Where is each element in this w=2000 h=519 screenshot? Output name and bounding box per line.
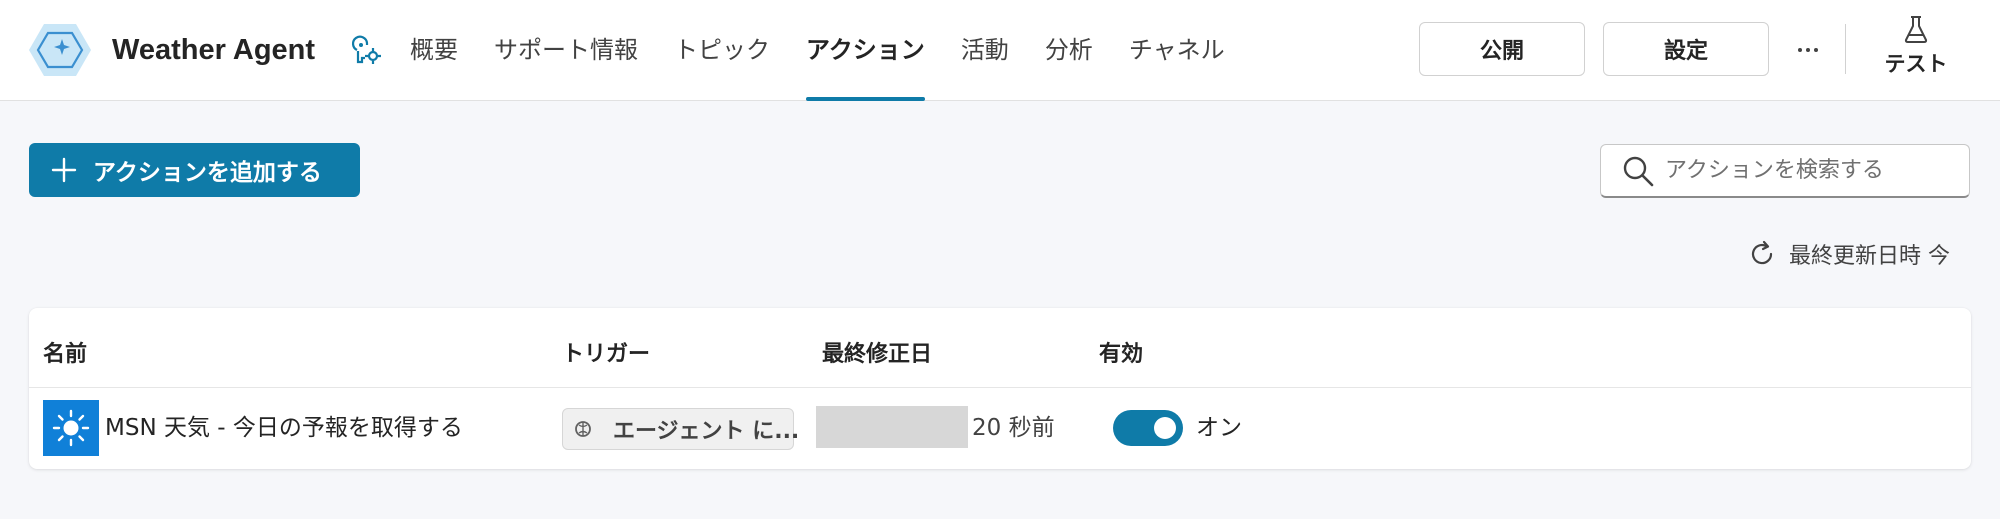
refresh-status[interactable]: 最終更新日時 今 (1747, 236, 1950, 272)
more-options-button[interactable] (1788, 30, 1828, 70)
enabled-toggle-label: オン (1196, 415, 1242, 441)
tab-analytics[interactable]: 分析 (1027, 0, 1111, 101)
add-action-label: アクションを追加する (93, 160, 322, 186)
key-gear-icon[interactable] (350, 34, 382, 66)
action-name-link[interactable]: MSN 天気 - 今日の予報を取得する (105, 408, 463, 448)
trigger-chip[interactable]: エージェント に... (562, 408, 799, 450)
column-header-name[interactable]: 名前 (43, 330, 87, 380)
actions-table: 名前 トリガー 最終修正日 有効 MSN 天気 - 今日の予報を取得する エージ… (29, 308, 1971, 469)
tab-actions[interactable]: アクション (788, 0, 943, 101)
refresh-icon (1751, 240, 1773, 265)
search-box (1600, 144, 1970, 198)
tab-channels[interactable]: チャネル (1111, 0, 1243, 101)
top-header: Weather Agent 概要 サポート情報 トピック アクション 活動 分析… (0, 0, 2000, 101)
test-label: テスト (1884, 52, 1948, 76)
table-row[interactable]: MSN 天気 - 今日の予報を取得する エージェント に... 20 秒前 オン (29, 388, 1971, 469)
add-action-button[interactable]: アクションを追加する (29, 143, 360, 197)
tab-overview[interactable]: 概要 (392, 0, 476, 101)
main-nav-tabs: 概要 サポート情報 トピック アクション 活動 分析 チャネル (392, 0, 1243, 101)
flask-icon (1904, 16, 1928, 43)
modified-time: 20 秒前 (972, 415, 1055, 441)
last-updated-text: 最終更新日時 今 (1789, 244, 1950, 269)
settings-button[interactable]: 設定 (1603, 22, 1769, 76)
modified-by-redacted (816, 406, 968, 448)
tab-topics[interactable]: トピック (656, 0, 788, 101)
enabled-toggle[interactable] (1113, 410, 1183, 446)
publish-button[interactable]: 公開 (1419, 22, 1585, 76)
sun-icon (43, 400, 99, 456)
column-header-modified[interactable]: 最終修正日 (822, 330, 932, 380)
ellipsis-icon (1798, 48, 1802, 52)
search-input[interactable] (1665, 158, 1955, 183)
agent-name: Weather Agent (112, 34, 316, 66)
tab-knowledge[interactable]: サポート情報 (476, 0, 656, 101)
tab-activity[interactable]: 活動 (943, 0, 1027, 101)
plus-icon (51, 157, 77, 183)
trigger-label: エージェント に... (613, 419, 800, 444)
toggle-knob (1154, 417, 1176, 439)
header-divider (1845, 24, 1846, 74)
agent-logo-icon (28, 22, 92, 78)
ai-brain-icon (575, 421, 591, 437)
test-button[interactable]: テスト (1872, 14, 1960, 86)
column-header-enabled[interactable]: 有効 (1099, 330, 1143, 380)
search-icon (1623, 156, 1654, 186)
column-header-trigger[interactable]: トリガー (562, 330, 650, 380)
